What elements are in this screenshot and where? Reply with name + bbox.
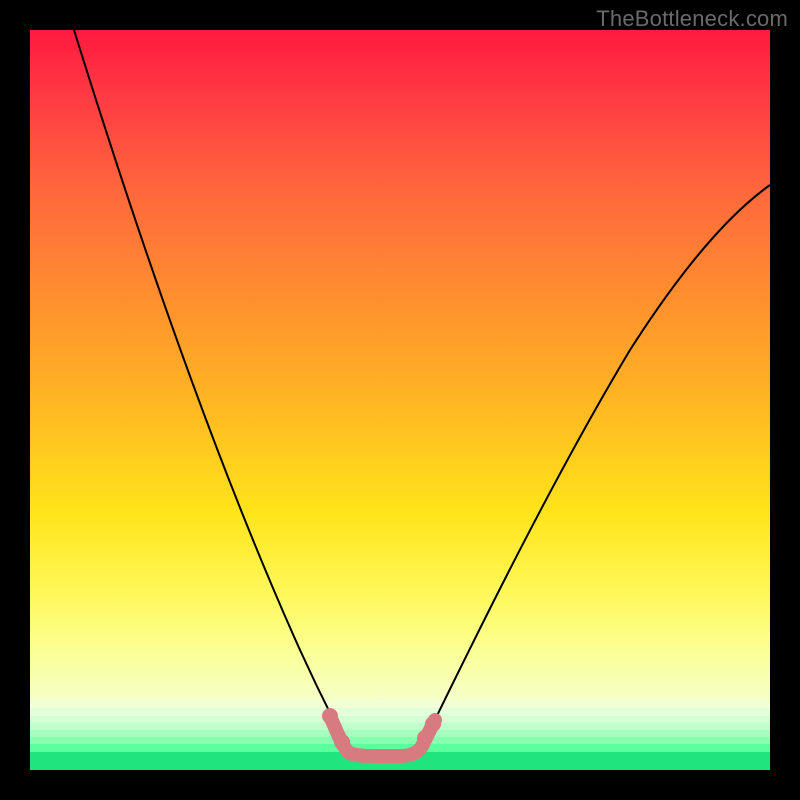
highlight-dot-right-1 xyxy=(417,730,433,746)
highlight-dot-left-1 xyxy=(322,708,338,724)
curve-svg xyxy=(30,30,770,770)
chart-frame: TheBottleneck.com xyxy=(0,0,800,800)
highlight-dot-left-2 xyxy=(334,734,350,750)
bottleneck-curve xyxy=(74,30,770,755)
watermark-text: TheBottleneck.com xyxy=(596,6,788,32)
highlight-dot-right-2 xyxy=(425,716,441,732)
plot-area xyxy=(30,30,770,770)
